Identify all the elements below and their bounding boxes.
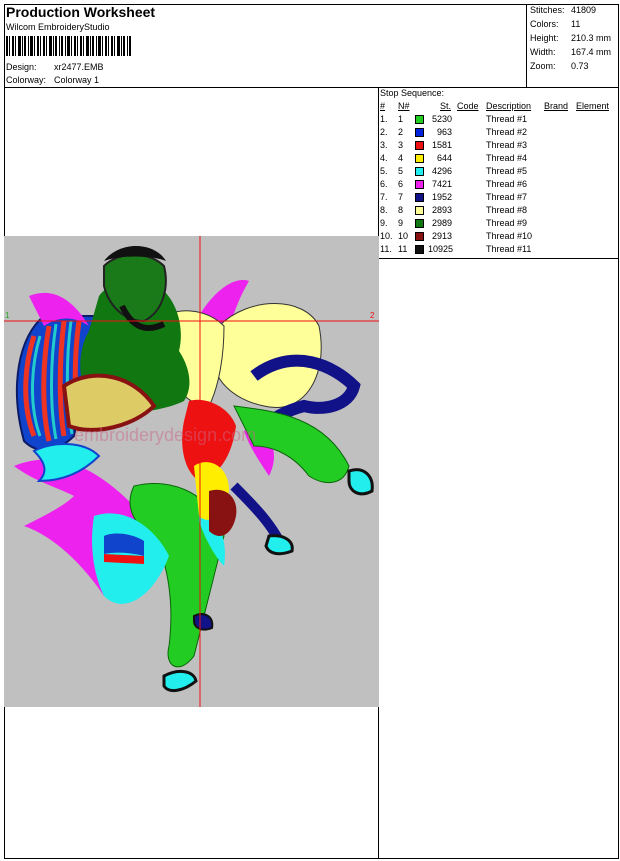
row-num: 11. [380,244,392,254]
row-needle: 5 [398,166,404,176]
table-row: 6. 6 7421 Thread #6 [380,179,616,192]
row-needle: 7 [398,192,404,202]
table-row: 2. 2 963 Thread #2 [380,127,616,140]
height-label: Height: [530,33,559,43]
color-swatch [415,219,424,228]
table-row: 10. 10 2913 Thread #10 [380,231,616,244]
color-swatch [415,141,424,150]
watermark: embroiderydesign.com [74,425,257,445]
col-description: Description [486,101,532,111]
row-description: Thread #3 [486,140,528,150]
row-num: 4. [380,153,388,163]
row-description: Thread #8 [486,205,528,215]
row-stitches: 2893 [431,205,452,215]
page-title: Production Worksheet [6,4,156,20]
col-brand: Brand [544,101,569,111]
row-needle: 10 [398,231,409,241]
table-row: 8. 8 2893 Thread #8 [380,205,616,218]
row-stitches: 644 [436,153,452,163]
design-value: xr2477.EMB [54,62,104,72]
color-swatch [415,180,424,189]
row-needle: 4 [398,153,404,163]
design-preview: 1 2 embroiderydesign.com [4,236,379,707]
colorway-value: Colorway 1 [54,75,100,85]
row-num: 8. [380,205,388,215]
color-swatch [415,167,424,176]
col-element: Element [576,101,610,111]
marker-right: 2 [370,311,375,320]
colors-value: 11 [571,19,581,29]
col-needle: N# [398,101,410,111]
row-stitches: 1952 [431,192,452,202]
row-description: Thread #4 [486,153,528,163]
table-row: 4. 4 644 Thread #4 [380,153,616,166]
row-description: Thread #6 [486,179,528,189]
row-description: Thread #5 [486,166,528,176]
row-needle: 8 [398,205,404,215]
table-row: 7. 7 1952 Thread #7 [380,192,616,205]
row-stitches: 5230 [431,114,452,124]
row-stitches: 1581 [431,140,452,150]
table-row: 5. 5 4296 Thread #5 [380,166,616,179]
row-stitches: 963 [436,127,452,137]
row-num: 6. [380,179,388,189]
row-needle: 1 [398,114,404,124]
row-description: Thread #7 [486,192,528,202]
stitches-label: Stitches: [530,5,565,15]
zoom-value: 0.73 [571,61,589,71]
col-stitches: St. [440,101,452,111]
stop-sequence-title: Stop Sequence: [380,88,445,98]
table-row: 11. 11 10925 Thread #11 [380,244,616,257]
table-row: 1. 1 5230 Thread #1 [380,114,616,127]
row-needle: 2 [398,127,404,137]
col-code: Code [457,101,479,111]
row-needle: 9 [398,218,404,228]
row-needle: 6 [398,179,404,189]
row-num: 7. [380,192,388,202]
row-num: 9. [380,218,388,228]
design-label: Design: [6,62,37,72]
row-stitches: 7421 [431,179,452,189]
row-description: Thread #9 [486,218,528,228]
width-value: 167.4 mm [571,47,612,57]
row-num: 10. [380,231,393,241]
color-swatch [415,154,424,163]
stitches-value: 41809 [571,5,597,15]
sequence-divider [378,258,619,259]
row-stitches: 10925 [428,244,454,254]
row-stitches: 2913 [431,231,452,241]
row-needle: 3 [398,140,404,150]
software-name: Wilcom EmbroideryStudio [6,22,110,32]
color-swatch [415,245,424,254]
col-num: # [380,101,386,111]
zoom-label: Zoom: [530,61,556,71]
embroidery-design-image [4,236,379,707]
width-label: Width: [530,47,556,57]
color-swatch [415,206,424,215]
row-description: Thread #10 [486,231,533,241]
color-swatch [415,128,424,137]
row-num: 5. [380,166,388,176]
barcode-image [6,36,131,56]
row-needle: 11 [398,244,408,254]
row-description: Thread #2 [486,127,528,137]
color-swatch [415,115,424,124]
row-num: 2. [380,127,388,137]
colorway-label: Colorway: [6,75,47,85]
row-num: 1. [380,114,388,124]
table-row: 9. 9 2989 Thread #9 [380,218,616,231]
row-stitches: 4296 [431,166,452,176]
table-row: 3. 3 1581 Thread #3 [380,140,616,153]
colors-label: Colors: [530,19,559,29]
marker-left: 1 [5,311,10,320]
row-description: Thread #11 [486,244,532,254]
color-swatch [415,232,424,241]
height-value: 210.3 mm [571,33,612,43]
row-num: 3. [380,140,388,150]
row-stitches: 2989 [431,218,452,228]
stats-frame [526,4,619,88]
row-description: Thread #1 [486,114,528,124]
color-swatch [415,193,424,202]
